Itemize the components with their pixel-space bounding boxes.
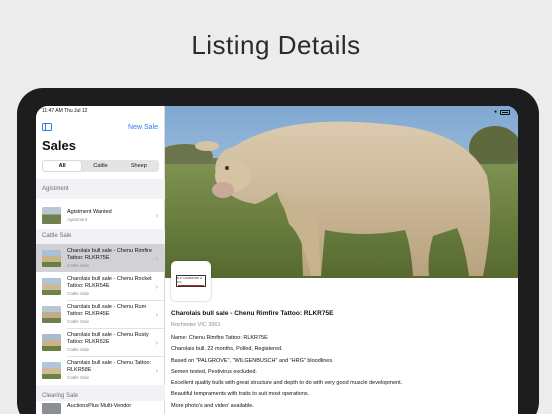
listing-thumbnail [42, 333, 61, 351]
chevron-right-icon: › [155, 281, 158, 291]
description-line: Based on "PALGROVE", "WILGENBUSCH" and "… [171, 357, 334, 364]
list-item-subtitle: Cattle Sale [67, 291, 90, 296]
wifi-icon: ● [493, 109, 497, 115]
listing-thumbnail [42, 361, 61, 379]
list-item-subtitle: Cattle Sale [67, 347, 90, 352]
sidebar-toggle-icon[interactable] [42, 123, 52, 131]
list-item-subtitle: Agistment [67, 216, 88, 222]
list-item[interactable]: Charolais bull sale - Chenu Rimfire Tatt… [36, 244, 164, 272]
list-item-title: Charolais bull sale - Chenu Rimfire Tatt… [67, 248, 152, 261]
listing-detail: R.P. HAMMOND & CO. Charolais bull sale -… [165, 106, 518, 414]
description-line: Beautiful tempraments with traits to sui… [171, 391, 310, 398]
chevron-right-icon: › [155, 337, 158, 347]
category-segmented-control: All Cattle Sheep [42, 160, 159, 172]
chevron-right-icon: › [155, 253, 158, 263]
listing-thumbnail [42, 305, 61, 323]
listing-title: Charolais bull sale - Chenu Rimfire Tatt… [171, 310, 334, 317]
list-item-title: AuctionsPlus Multi-Vendor [67, 403, 132, 409]
ipad-screen: 11:47 AM Thu Jul 12 ● New Sale Sales All… [36, 106, 518, 414]
chevron-right-icon: › [155, 210, 158, 220]
listing-photo[interactable] [165, 106, 518, 278]
list-item[interactable]: Charolais bull sale - Chenu Tattoo: RLKR… [36, 356, 164, 384]
segment-all[interactable]: All [43, 161, 82, 171]
chevron-right-icon: › [155, 309, 158, 319]
listing-thumbnail [42, 403, 61, 414]
list-item-subtitle: Cattle Sale [67, 319, 90, 324]
segment-cattle[interactable]: Cattle [81, 161, 119, 171]
status-bar: 11:47 AM Thu Jul 12 ● [42, 108, 510, 116]
listing-thumbnail [42, 277, 61, 295]
listing-location: Rochester VIC 3561 [171, 322, 221, 328]
sales-sidebar: New Sale Sales All Cattle Sheep Agistmen… [36, 106, 165, 414]
listing-description: Name: Chenu Rimfire Tattoo: RLKR75E Char… [171, 333, 511, 412]
section-header-agistment: Agistment [42, 186, 69, 192]
page-title: Sales [42, 138, 76, 153]
battery-icon [500, 109, 510, 115]
list-item-title: Charolais bull sale - Chenu Rocket Tatto… [67, 276, 152, 289]
description-line: Name: Chenu Rimfire Tattoo: RLKR75E [171, 335, 268, 341]
list-item-title: Agistment Wanted [67, 208, 112, 215]
listing-thumbnail [42, 249, 61, 267]
segment-sheep[interactable]: Sheep [120, 161, 158, 171]
list-item[interactable]: Charolais bull sale - Chenu Rocket Tatto… [36, 272, 164, 300]
list-item-title: Charolais bull sale - Chenu Rum Tattoo: … [67, 304, 147, 317]
description-line: Charolais bull, 22 months, Polled, Regis… [171, 346, 283, 353]
bull-photo-image [165, 106, 518, 278]
section-header-cattle-sale: Cattle Sale [42, 233, 72, 239]
marketing-headline: Listing Details [191, 30, 361, 60]
list-item-subtitle: Cattle Sale [67, 375, 90, 380]
description-line: Excellent quality bulls with great struc… [171, 380, 403, 387]
seller-logo: R.P. HAMMOND & CO. [171, 261, 211, 301]
status-time: 11:47 AM Thu Jul 12 [42, 108, 88, 114]
new-sale-button[interactable]: New Sale [128, 124, 158, 131]
listing-thumbnail [42, 206, 61, 224]
chevron-right-icon: › [155, 365, 158, 375]
list-item-title: Charolais bull sale - Chenu Tattoo: RLKR… [67, 360, 151, 373]
description-line: More photo's and video' available. [171, 402, 254, 409]
description-line: Semen tested, Pestivirus excluded. [171, 368, 257, 375]
list-item-title: Charolais bull sale - Chenu Rusty Tattoo… [67, 332, 149, 345]
list-item-subtitle: Cattle Sale [67, 263, 90, 268]
section-header-clearing-sale: Clearing Sale [42, 393, 79, 399]
list-item[interactable]: Charolais bull sale - Chenu Rum Tattoo: … [36, 300, 164, 328]
list-item[interactable]: AuctionsPlus Multi-Vendor [36, 403, 164, 414]
list-item[interactable]: Agistment Wanted Agistment › [36, 202, 164, 228]
seller-logo-text: R.P. HAMMOND & CO. [177, 276, 202, 284]
list-item[interactable]: Charolais bull sale - Chenu Rusty Tattoo… [36, 328, 164, 356]
